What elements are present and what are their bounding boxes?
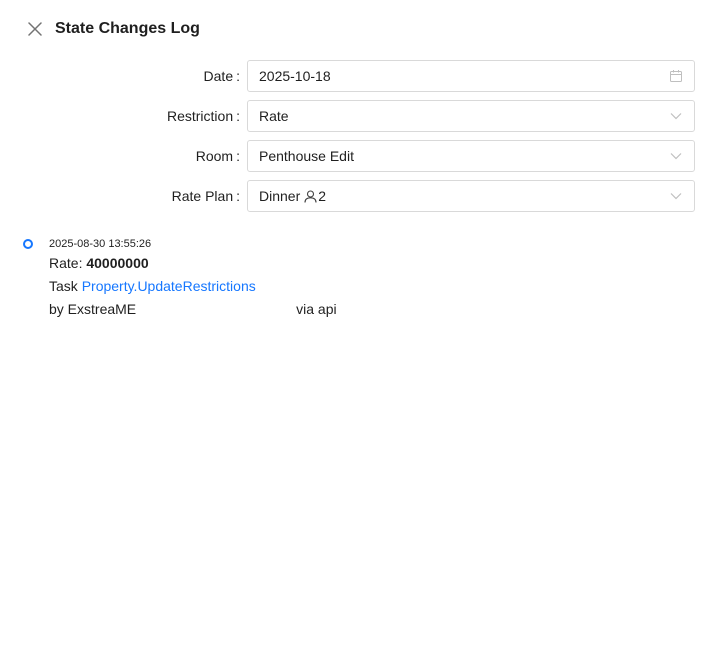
- drawer-header: State Changes Log: [24, 16, 200, 42]
- rate-plan-row: Rate Plan: Dinner 2: [0, 180, 718, 212]
- timeline-author: by ExstreaME via api: [49, 298, 689, 321]
- rate-plan-select[interactable]: Dinner 2: [247, 180, 695, 212]
- author-text: by ExstreaME: [49, 301, 137, 317]
- person-icon: [304, 189, 317, 203]
- date-picker[interactable]: 2025-10-18: [247, 60, 695, 92]
- room-value: Penthouse Edit: [259, 148, 354, 164]
- date-label: Date:: [203, 68, 240, 84]
- task-prefix: Task: [49, 278, 78, 294]
- restriction-select[interactable]: Rate: [247, 100, 695, 132]
- drawer-title: State Changes Log: [55, 20, 200, 37]
- timeline-task: Task Property.UpdateRestrictions: [49, 275, 689, 298]
- close-button[interactable]: [24, 18, 46, 40]
- calendar-icon: [669, 69, 683, 83]
- restriction-label: Restriction:: [166, 108, 240, 124]
- close-icon: [28, 22, 42, 36]
- timeline-content: 2025-08-30 13:55:26 Rate: 40000000 Task …: [49, 236, 689, 321]
- rate-plan-occupancy: 2: [318, 188, 327, 204]
- via-text: via api: [296, 301, 337, 317]
- chevron-down-icon: [669, 189, 683, 203]
- room-row: Room: Penthouse Edit: [0, 140, 718, 172]
- restriction-row: Restriction: Rate: [0, 100, 718, 132]
- rate-plan-label: Rate Plan:: [171, 188, 240, 204]
- timeline-timestamp: 2025-08-30 13:55:26: [49, 238, 152, 250]
- date-row: Date: 2025-10-18: [0, 60, 718, 92]
- task-link[interactable]: Property.UpdateRestrictions: [82, 278, 256, 294]
- date-value: 2025-10-18: [259, 68, 331, 84]
- change-field-value: 40000000: [86, 255, 149, 271]
- timeline-change: Rate: 40000000: [49, 252, 689, 275]
- timeline-dot-icon: [23, 239, 33, 249]
- change-field-label: Rate:: [49, 255, 83, 271]
- chevron-down-icon: [669, 149, 683, 163]
- filter-form: Date: 2025-10-18 Restriction: Rate Room:: [0, 60, 718, 220]
- restriction-value: Rate: [259, 108, 289, 124]
- room-select[interactable]: Penthouse Edit: [247, 140, 695, 172]
- rate-plan-value: Dinner: [259, 188, 301, 204]
- room-label: Room:: [195, 148, 240, 164]
- chevron-down-icon: [669, 109, 683, 123]
- rate-plan-value-wrap: Dinner 2: [248, 188, 669, 204]
